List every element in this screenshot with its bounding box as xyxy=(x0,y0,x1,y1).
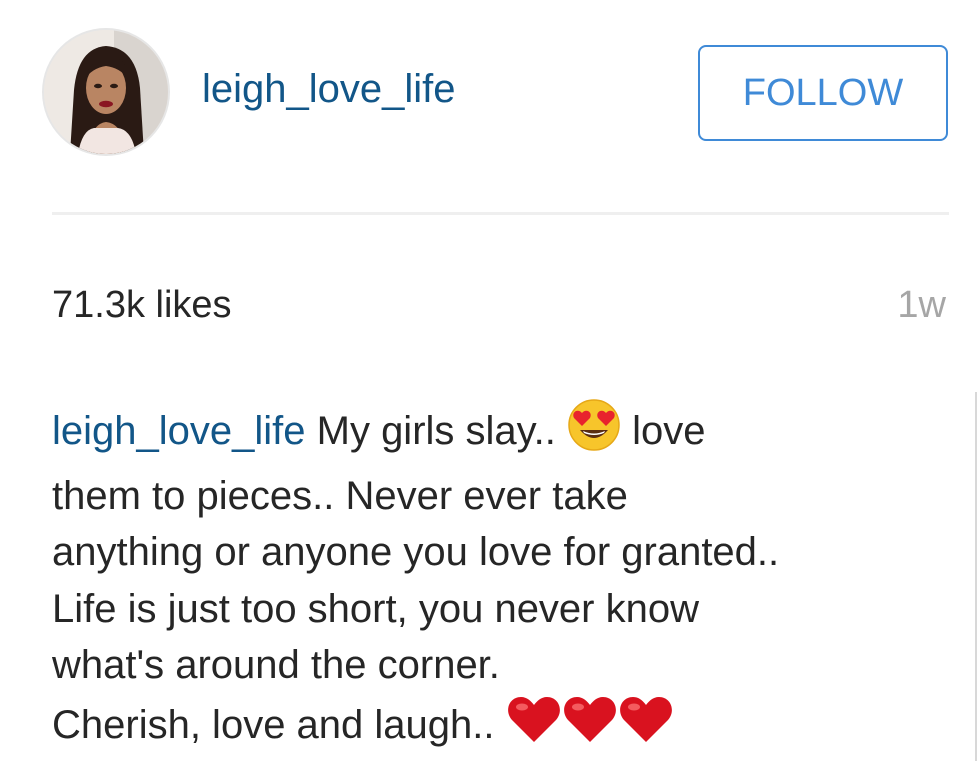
post-view: leigh_love_life FOLLOW 71.3k likes 1w le… xyxy=(0,0,980,761)
heart-eyes-emoji-icon xyxy=(567,398,621,468)
caption-username-link[interactable]: leigh_love_life xyxy=(52,409,306,453)
avatar-photo xyxy=(44,30,168,154)
caption: leigh_love_life My girls slay.. love the… xyxy=(52,398,952,761)
red-heart-emoji-icon xyxy=(618,694,674,761)
red-heart-emoji-icon xyxy=(562,694,618,761)
follow-button[interactable]: FOLLOW xyxy=(698,45,948,141)
caption-line-5: what's around the corner. xyxy=(52,643,500,687)
header-username-link[interactable]: leigh_love_life xyxy=(202,66,456,112)
post-timestamp: 1w xyxy=(897,284,946,326)
scrollbar[interactable] xyxy=(975,392,977,761)
caption-line-2: them to pieces.. Never ever take xyxy=(52,473,628,518)
caption-text-1a: My girls slay.. xyxy=(305,409,568,453)
divider xyxy=(52,212,949,215)
caption-line-3: anything or anyone you love for granted.… xyxy=(52,530,780,574)
caption-text-1b: love xyxy=(621,409,706,453)
caption-line-4: Life is just too short, you never know xyxy=(52,586,699,631)
red-heart-emoji-icon xyxy=(506,694,562,761)
caption-line-6: Cherish, love and laugh.. xyxy=(52,694,952,761)
likes-count[interactable]: 71.3k likes xyxy=(52,282,232,328)
caption-line-1: leigh_love_life My girls slay.. love xyxy=(52,398,952,468)
avatar[interactable] xyxy=(44,30,168,154)
caption-text-6: Cherish, love and laugh.. xyxy=(52,702,506,747)
